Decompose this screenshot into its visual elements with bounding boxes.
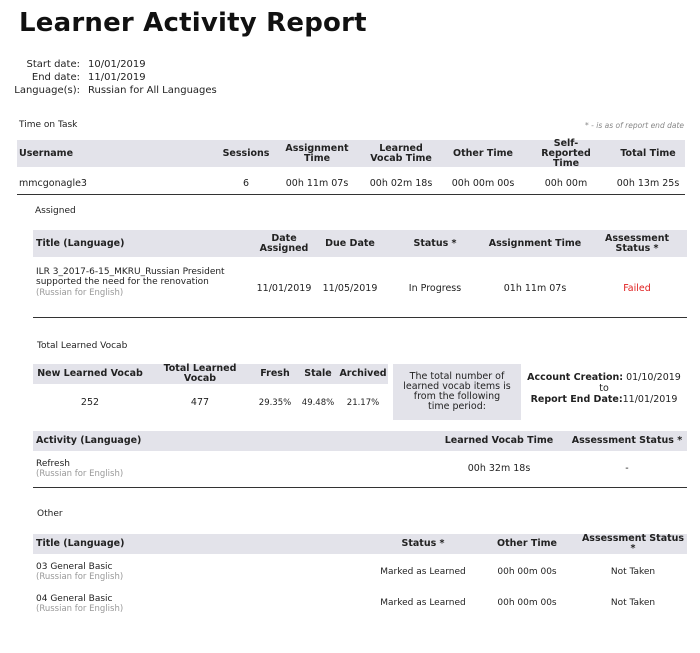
other-time-value: 00h 00m 00s [497, 598, 557, 608]
col-fresh: Fresh [260, 368, 290, 379]
col-new-learned-vocab: New Learned Vocab [37, 368, 143, 379]
status-value: In Progress [408, 283, 462, 294]
col-assessment-status: Assessment Status * [604, 232, 670, 254]
account-creation-label: Account Creation: [527, 372, 624, 383]
other-title: 04 General Basic [36, 594, 113, 604]
assigned-label: Assigned [35, 206, 76, 216]
col-other-time: Other Time [497, 538, 557, 549]
other-time-value: 00h 00m 00s [497, 567, 557, 577]
start-date-label: Start date: [26, 59, 80, 70]
col-title-language: Title (Language) [36, 538, 125, 549]
other-language: (Russian for English) [36, 604, 124, 614]
username-value: mmcgonagle3 [19, 178, 87, 189]
start-date-value: 10/01/2019 [88, 59, 146, 70]
col-assessment-status: Assessment Status * [571, 435, 683, 446]
col-self-reported-time: Self-Reported Time [541, 137, 591, 169]
other-status-value: Marked as Learned [380, 567, 466, 577]
other-language: (Russian for English) [36, 572, 124, 582]
total-time-value: 00h 13m 25s [616, 178, 680, 189]
col-stale: Stale [304, 368, 332, 379]
other-time-value: 00h 00m 00s [451, 178, 515, 189]
new-learned-vocab-value: 252 [80, 397, 100, 408]
col-date-assigned: Date Assigned [259, 232, 309, 254]
col-status: Status * [401, 538, 445, 549]
col-assignment-time: Assignment Time [285, 142, 349, 164]
sessions-value: 6 [242, 178, 250, 189]
due-date-value: 11/05/2019 [322, 283, 378, 294]
vocab-period-note-text: The total number of learned vocab items … [403, 371, 511, 412]
other-header: Title (Language) Status * Other Time Ass… [33, 534, 687, 554]
report-end-note: * - is as of report end date [585, 121, 684, 130]
time-on-task-label: Time on Task [19, 120, 78, 130]
report-end-value: 11/01/2019 [622, 394, 678, 405]
other-label: Other [37, 509, 63, 519]
assignment-time-value: 01h 11m 07s [503, 283, 567, 294]
language-label: Language(s): [14, 85, 80, 96]
col-learned-vocab-time: Learned Vocab Time [444, 435, 554, 446]
assigned-header: Title (Language) Date Assigned Due Date … [33, 230, 687, 257]
activity-title: Refresh [36, 459, 70, 469]
vocab-period-note: The total number of learned vocab items … [393, 364, 521, 420]
language-value: Russian for All Languages [88, 85, 217, 96]
total-learned-vocab-label: Total Learned Vocab [37, 341, 128, 351]
col-sessions: Sessions [222, 147, 270, 159]
other-assessment-value: Not Taken [610, 598, 656, 608]
self-reported-time-value: 00h 00m [544, 178, 588, 189]
activity-assessment-value: - [625, 463, 629, 474]
activity-time-value: 00h 32m 18s [467, 463, 531, 474]
account-creation-value: 01/10/2019 [626, 372, 681, 383]
other-title: 03 General Basic [36, 562, 113, 572]
col-assessment-status: Assessment Status * [581, 533, 685, 554]
divider [33, 317, 687, 318]
page-title: Learner Activity Report [19, 8, 367, 38]
assignment-title: ILR 3_2017-6-15_MKRU_Russian President s… [36, 267, 225, 287]
account-period: Account Creation: 01/10/2019 to Report E… [524, 372, 684, 405]
other-assessment-value: Not Taken [610, 567, 656, 577]
col-archived: Archived [339, 368, 387, 379]
report-end-label: Report End Date: [530, 394, 623, 405]
col-learned-vocab-time: Learned Vocab Time [370, 142, 432, 164]
assignment-time-value: 00h 11m 07s [285, 178, 349, 189]
vocab-header: New Learned Vocab Total Learned Vocab Fr… [33, 364, 388, 384]
activity-language: (Russian for English) [36, 469, 124, 479]
col-other-time: Other Time [453, 147, 513, 159]
col-status: Status * [413, 237, 457, 249]
archived-value: 21.17% [346, 398, 380, 408]
to-text: to [599, 383, 609, 394]
other-status-value: Marked as Learned [380, 598, 466, 608]
col-title-language: Title (Language) [36, 237, 125, 249]
col-due-date: Due Date [325, 237, 375, 249]
end-date-label: End date: [31, 72, 80, 83]
activity-header: Activity (Language) Learned Vocab Time A… [33, 431, 687, 451]
divider [17, 194, 685, 195]
col-activity-language: Activity (Language) [36, 435, 142, 446]
assessment-status-value: Failed [623, 283, 651, 294]
date-assigned-value: 11/01/2019 [256, 283, 312, 294]
divider [33, 487, 687, 488]
fresh-value: 29.35% [258, 398, 292, 408]
col-total-time: Total Time [620, 147, 676, 159]
assignment-language: (Russian for English) [36, 288, 124, 298]
col-total-learned-vocab: Total Learned Vocab [163, 363, 237, 384]
stale-value: 49.48% [301, 398, 335, 408]
end-date-value: 11/01/2019 [88, 72, 146, 83]
learned-vocab-time-value: 00h 02m 18s [369, 178, 433, 189]
col-username: Username [19, 147, 74, 159]
total-learned-vocab-value: 477 [190, 397, 210, 408]
time-on-task-header: Username Sessions Assignment Time Learne… [17, 137, 685, 169]
col-assignment-time: Assignment Time [488, 237, 582, 249]
